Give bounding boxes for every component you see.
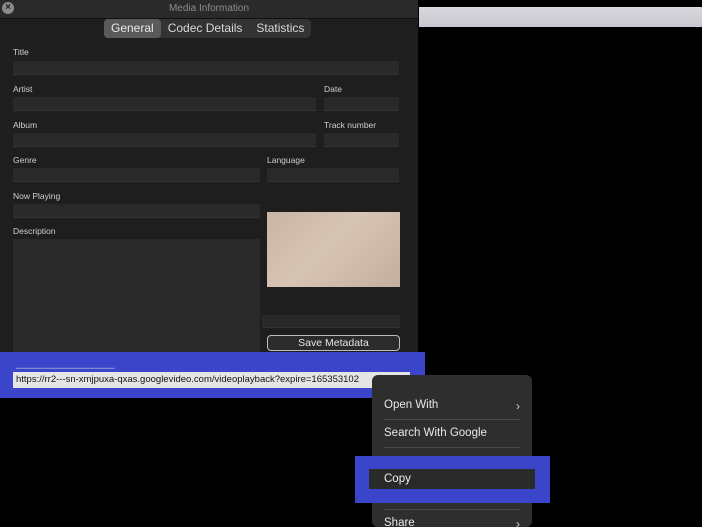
date-field[interactable] (324, 97, 399, 111)
title-label: Title (13, 47, 29, 57)
obscured-text: ▁▁▁▁▁▁▁▁▁▁▁▁▁▁▁▁ (16, 360, 115, 369)
chevron-right-icon: › (516, 517, 520, 527)
menu-separator (384, 447, 520, 448)
title-bar: × Media Information (0, 0, 418, 19)
description-field[interactable] (13, 239, 260, 352)
title-field[interactable] (13, 61, 399, 75)
tab-bar: General Codec Details Statistics (104, 19, 312, 38)
media-information-window: × Media Information General Codec Detail… (0, 0, 418, 372)
tab-statistics[interactable]: Statistics (249, 19, 311, 38)
date-label: Date (324, 84, 342, 94)
album-field[interactable] (13, 133, 316, 147)
context-item-copy[interactable]: Copy (369, 469, 535, 489)
menu-separator (384, 509, 520, 510)
genre-field[interactable] (13, 168, 260, 182)
album-label: Album (13, 120, 38, 130)
artwork-path-field[interactable] (262, 315, 400, 328)
artist-label: Artist (13, 84, 33, 94)
copy-highlight: Copy (355, 456, 550, 503)
track-number-label: Track number (324, 120, 377, 130)
chevron-right-icon: › (516, 399, 520, 413)
artist-field[interactable] (13, 97, 316, 111)
save-metadata-button[interactable]: Save Metadata (267, 335, 400, 351)
context-menu: Open With › Open With Search With Google… (372, 375, 532, 527)
context-item-open-with-row[interactable]: Open With (384, 399, 438, 411)
location-url-field[interactable]: https://rr2---sn-xmjpuxa-qxas.googlevide… (13, 372, 410, 388)
open-with-text: Open With (384, 399, 439, 411)
context-item-share[interactable]: Share (384, 517, 415, 527)
search-google-label: Search With Google (384, 427, 487, 439)
now-playing-label: Now Playing (13, 191, 61, 201)
share-label: Share (384, 517, 415, 527)
description-label: Description (13, 226, 56, 236)
now-playing-field[interactable] (13, 204, 260, 218)
menu-separator (384, 419, 520, 420)
tab-general[interactable]: General (104, 19, 161, 38)
window-title: Media Information (168, 3, 250, 14)
location-highlight: ▁▁▁▁▁▁▁▁▁▁▁▁▁▁▁▁ https://rr2---sn-xmjpux… (0, 352, 425, 398)
genre-label: Genre (13, 155, 37, 165)
language-label: Language (267, 155, 305, 165)
track-number-field[interactable] (324, 133, 399, 147)
artwork-thumbnail (267, 212, 400, 287)
language-field[interactable] (267, 168, 399, 182)
tab-codec-details[interactable]: Codec Details (161, 19, 250, 38)
browser-strip (419, 7, 702, 27)
context-item-search-google[interactable]: Search With Google (384, 427, 487, 439)
